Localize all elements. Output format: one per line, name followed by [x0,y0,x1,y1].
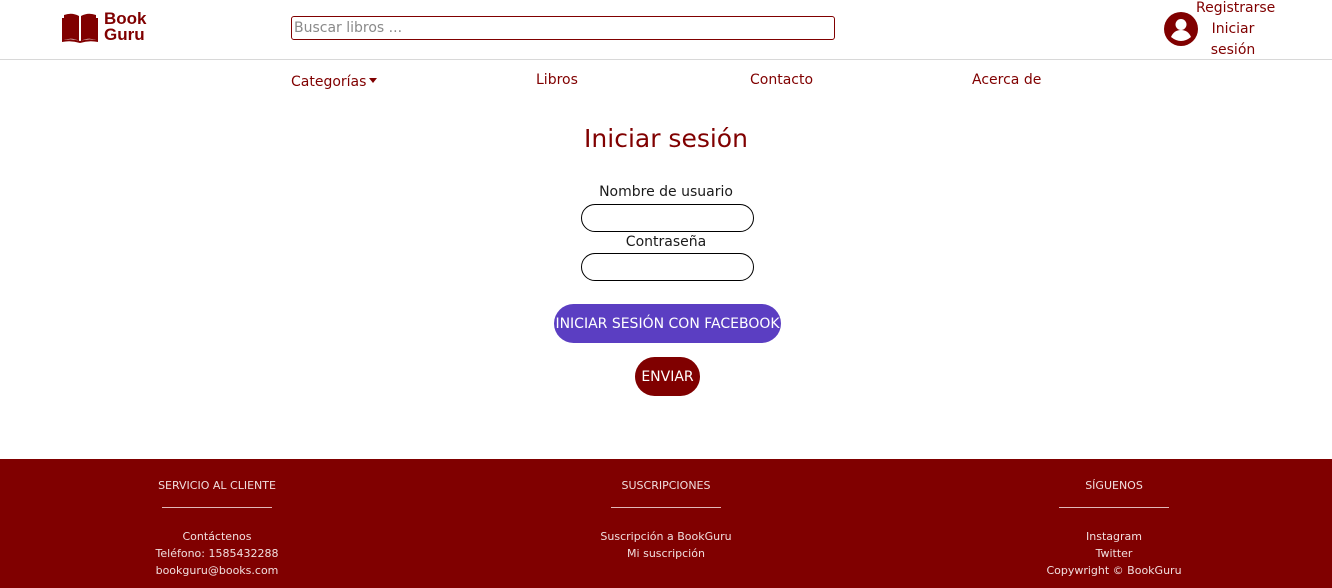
footer-phone: Teléfono: 1585432288 [155,547,279,560]
footer-link-contact[interactable]: Contáctenos [107,528,327,545]
username-label: Nombre de usuario [599,184,733,200]
login-link-line1[interactable]: Iniciar [1196,19,1270,40]
main-nav: Categorías Libros Contacto Acerca de [0,72,1332,94]
register-link[interactable]: Registrarse [1196,0,1275,19]
facebook-login-button[interactable]: INICIAR SESIÓN CON FACEBOOK [554,304,781,343]
page-title: Iniciar sesión [584,124,748,153]
footer-customer-service: SERVICIO AL CLIENTE Contáctenos Teléfono… [107,479,327,579]
nav-contact[interactable]: Contacto [750,72,813,88]
footer-subscriptions: SUSCRIPCIONES Suscripción a BookGuru Mi … [556,479,776,562]
logo-text-line2: Guru [104,25,145,44]
footer-heading: SUSCRIPCIONES [621,479,711,492]
user-circle-icon[interactable] [1164,12,1198,46]
nav-categories-label: Categorías [291,74,367,90]
caret-down-icon [369,78,378,83]
footer-heading: SERVICIO AL CLIENTE [158,479,276,492]
login-link-line2[interactable]: sesión [1196,40,1270,61]
password-field[interactable] [581,253,754,281]
footer-link-my-subscription[interactable]: Mi suscripción [556,545,776,562]
site-footer: SERVICIO AL CLIENTE Contáctenos Teléfono… [0,459,1332,588]
nav-categories[interactable]: Categorías [291,74,378,90]
footer-divider [1059,507,1169,508]
footer-divider [611,507,721,508]
footer-email[interactable]: bookguru@books.com [107,562,327,579]
footer-divider [162,507,272,508]
password-label: Contraseña [625,234,707,250]
footer-link-subscribe[interactable]: Suscripción a BookGuru [556,528,776,545]
footer-follow: SÍGUENOS Instagram Twitter Copywright © … [1004,479,1224,579]
submit-button[interactable]: ENVIAR [635,357,700,396]
footer-link-instagram[interactable]: Instagram [1004,528,1224,545]
footer-link-twitter[interactable]: Twitter [1004,545,1224,562]
nav-books[interactable]: Libros [536,72,578,88]
logo-text: Book Guru [104,10,147,44]
logo-link[interactable]: Book Guru [62,10,147,44]
footer-heading: SÍGUENOS [1085,479,1143,492]
open-book-icon [62,13,98,43]
search-input[interactable] [291,16,835,40]
site-header: Book Guru Registrarse Iniciar sesión [0,0,1332,60]
auth-links: Registrarse Iniciar sesión [1196,0,1275,61]
username-field[interactable] [581,204,754,232]
footer-copyright: Copywright © BookGuru [1046,564,1182,577]
nav-about[interactable]: Acerca de [972,72,1041,88]
